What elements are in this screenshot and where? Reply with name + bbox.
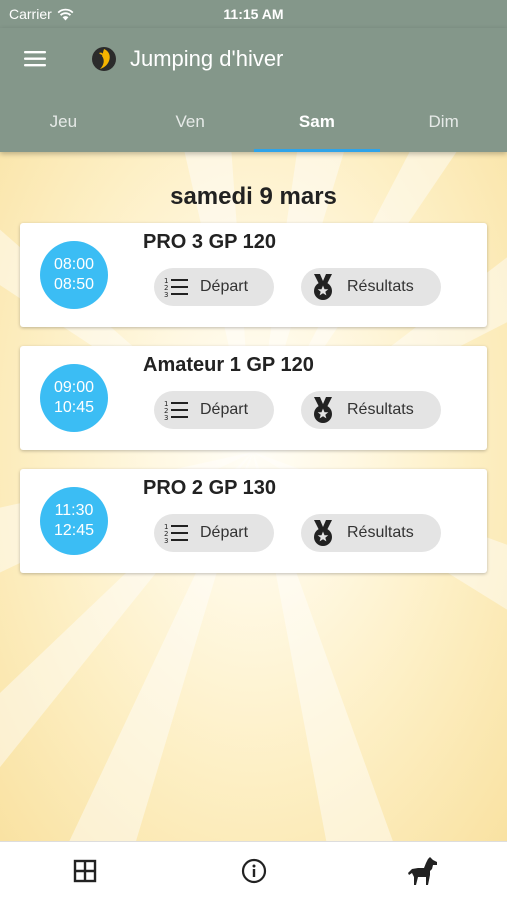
- start-time: 08:00: [53, 256, 95, 273]
- depart-label: Départ: [200, 524, 249, 541]
- app-bar: Jumping d'hiver Jeu Ven Sam Dim: [0, 28, 507, 152]
- end-time: 08:50: [53, 276, 95, 293]
- results-button[interactable]: Résultats: [301, 514, 441, 552]
- time-badge: 08:00 08:50: [40, 241, 108, 309]
- time-badge: 11:30 12:45: [40, 487, 108, 555]
- time-badge: 09:00 10:45: [40, 364, 108, 432]
- results-label: Résultats: [347, 278, 414, 295]
- results-label: Résultats: [347, 401, 414, 418]
- depart-button[interactable]: 1 2 3 Départ: [154, 391, 274, 429]
- info-icon: [241, 858, 266, 884]
- schedule-content[interactable]: samedi 9 mars 08:00 08:50 PRO 3 GP 120 1…: [0, 152, 507, 841]
- start-time: 11:30: [54, 502, 94, 519]
- event-title: PRO 3 GP 120: [143, 231, 277, 253]
- depart-button[interactable]: 1 2 3 Départ: [154, 268, 274, 306]
- tab-jeu[interactable]: Jeu: [0, 98, 127, 152]
- start-time: 09:00: [53, 379, 95, 396]
- event-card: 09:00 10:45 Amateur 1 GP 120 1 2 3 Dépar…: [20, 346, 487, 450]
- bottom-navigation: [0, 841, 507, 900]
- status-bar: Carrier 11:15 AM: [0, 0, 507, 28]
- svg-text:3: 3: [164, 291, 168, 299]
- tab-dim[interactable]: Dim: [380, 98, 507, 152]
- medal-icon: [309, 396, 337, 424]
- nav-info-button[interactable]: [169, 842, 338, 900]
- tab-label: Jeu: [49, 112, 78, 131]
- end-time: 10:45: [53, 399, 95, 416]
- medal-icon: [309, 273, 337, 301]
- app-title: Jumping d'hiver: [130, 46, 284, 71]
- event-card: 08:00 08:50 PRO 3 GP 120 1 2 3 Départ Ré…: [20, 223, 487, 327]
- hamburger-menu-icon: [24, 51, 46, 67]
- tab-label: Sam: [298, 112, 335, 131]
- horse-icon: [407, 857, 437, 885]
- app-logo-icon: [92, 47, 116, 71]
- event-card: 11:30 12:45 PRO 2 GP 130 1 2 3 Départ Ré…: [20, 469, 487, 573]
- depart-button[interactable]: 1 2 3 Départ: [154, 514, 274, 552]
- nav-grid-button[interactable]: [0, 842, 169, 900]
- event-title: PRO 2 GP 130: [143, 477, 277, 499]
- list-numbered-icon: 1 2 3: [162, 273, 190, 301]
- depart-label: Départ: [200, 278, 249, 295]
- grid-icon: [73, 859, 96, 883]
- menu-button[interactable]: [20, 46, 50, 72]
- list-numbered-icon: 1 2 3: [162, 396, 190, 424]
- svg-text:3: 3: [164, 414, 168, 422]
- svg-text:3: 3: [164, 537, 168, 545]
- results-button[interactable]: Résultats: [301, 268, 441, 306]
- list-numbered-icon: 1 2 3: [162, 519, 190, 547]
- end-time: 12:45: [53, 522, 95, 539]
- tab-ven[interactable]: Ven: [127, 98, 254, 152]
- medal-icon: [309, 519, 337, 547]
- tab-label: Dim: [428, 112, 459, 131]
- results-button[interactable]: Résultats: [301, 391, 441, 429]
- tab-sam[interactable]: Sam: [253, 98, 381, 152]
- event-title: Amateur 1 GP 120: [143, 354, 314, 376]
- date-heading: samedi 9 mars: [170, 183, 337, 210]
- day-tabs: Jeu Ven Sam Dim: [0, 98, 507, 152]
- depart-label: Départ: [200, 401, 249, 418]
- nav-horse-button[interactable]: [338, 842, 507, 900]
- results-label: Résultats: [347, 524, 414, 541]
- status-time: 11:15 AM: [223, 6, 284, 22]
- tab-label: Ven: [175, 112, 205, 131]
